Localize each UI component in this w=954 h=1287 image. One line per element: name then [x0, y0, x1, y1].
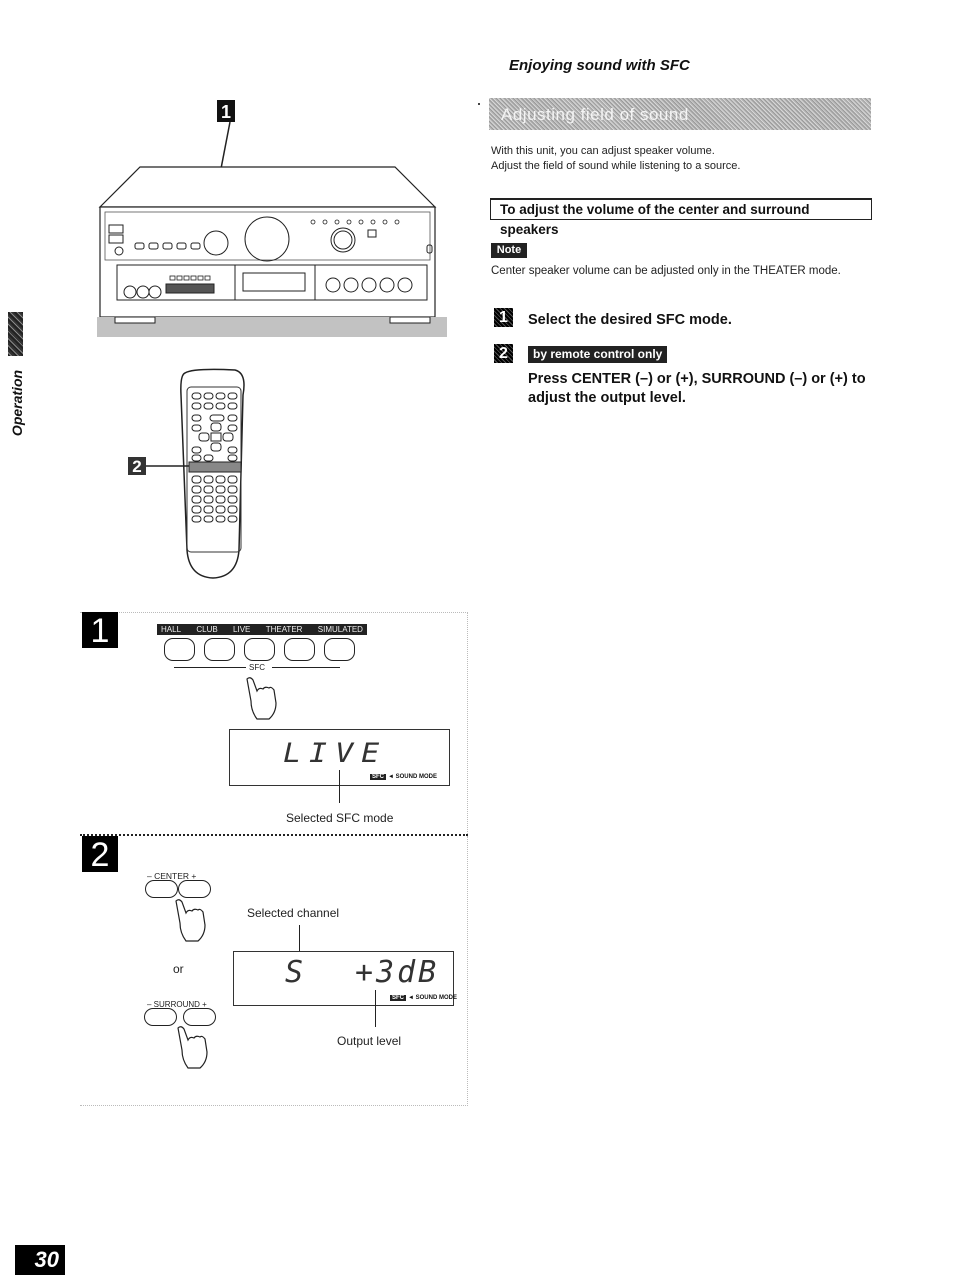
- sfc-mode-label: THEATER: [265, 625, 303, 634]
- sfc-indicator-chip: SFC: [370, 774, 386, 780]
- or-label: or: [173, 962, 184, 976]
- sfc-mode-label: HALL: [161, 625, 182, 634]
- sfc-mode-label: LIVE: [233, 625, 251, 634]
- side-tab-marker: [8, 312, 23, 356]
- callout-1-number: 1: [221, 102, 231, 122]
- intro-line: With this unit, you can adjust speaker v…: [491, 145, 715, 157]
- callout-line: [375, 990, 376, 1027]
- sfc-theater-button[interactable]: [284, 638, 315, 661]
- surround-minus-button[interactable]: [144, 1008, 177, 1026]
- page-number: 30: [15, 1245, 65, 1275]
- selected-sfc-mode-caption: Selected SFC mode: [286, 811, 394, 825]
- sound-mode-label: ◄ SOUND MODE: [408, 995, 457, 1001]
- pointing-hand-icon: [175, 899, 206, 942]
- step-number-2: 2: [494, 344, 513, 363]
- sfc-mode-labels: HALL CLUB LIVE THEATER SIMULATED: [157, 624, 367, 635]
- subheading: To adjust the volume of the center and s…: [490, 198, 872, 237]
- display-level-text: +3dB: [355, 955, 440, 990]
- center-minus-button[interactable]: [145, 880, 178, 898]
- sfc-group-label: SFC: [249, 663, 265, 672]
- selected-channel-caption: Selected channel: [247, 906, 340, 920]
- amplifier-illustration: 1: [97, 100, 447, 337]
- sfc-live-button[interactable]: [244, 638, 275, 661]
- section-title: Enjoying sound with SFC: [509, 57, 690, 74]
- display-channel-text: S: [285, 955, 304, 990]
- remote-only-badge: by remote control only: [528, 346, 668, 363]
- callout-2-number: 2: [132, 457, 141, 476]
- step-number-1: 1: [494, 308, 513, 327]
- sfc-mode-label: CLUB: [196, 625, 218, 634]
- callout-line: [339, 770, 340, 803]
- sfc-mode-label: SIMULATED: [317, 625, 363, 634]
- sound-mode-indicator: SFC ◄ SOUND MODE: [390, 995, 457, 1001]
- pointing-hand-icon: [177, 1026, 208, 1069]
- remote-control-illustration: 2: [128, 368, 245, 579]
- sfc-indicator-chip: SFC: [390, 995, 406, 1001]
- center-plus-button[interactable]: [178, 880, 211, 898]
- sound-mode-indicator: SFC ◄ SOUND MODE: [370, 774, 437, 780]
- panel-1-number: 1: [82, 612, 118, 650]
- sound-mode-label: ◄ SOUND MODE: [388, 774, 437, 780]
- heading-banner: Adjusting field of sound: [489, 98, 871, 130]
- display-text-live: LIVE: [283, 737, 388, 770]
- pointing-hand-icon: [246, 677, 277, 720]
- panel-2-number: 2: [82, 836, 118, 874]
- intro-line: Adjust the field of sound while listenin…: [491, 160, 741, 172]
- decorative-dot: [478, 103, 480, 105]
- side-tab-label: Operation: [9, 369, 25, 437]
- sfc-simulated-button[interactable]: [324, 638, 355, 661]
- note-badge: Note: [491, 243, 527, 258]
- sfc-club-button[interactable]: [204, 638, 235, 661]
- output-level-caption: Output level: [337, 1034, 402, 1048]
- step-2-text: Press CENTER (–) or (+), SURROUND (–) or…: [528, 371, 866, 406]
- step-1-text: Select the desired SFC mode.: [528, 312, 732, 328]
- note-text: Center speaker volume can be adjusted on…: [491, 265, 841, 277]
- sfc-hall-button[interactable]: [164, 638, 195, 661]
